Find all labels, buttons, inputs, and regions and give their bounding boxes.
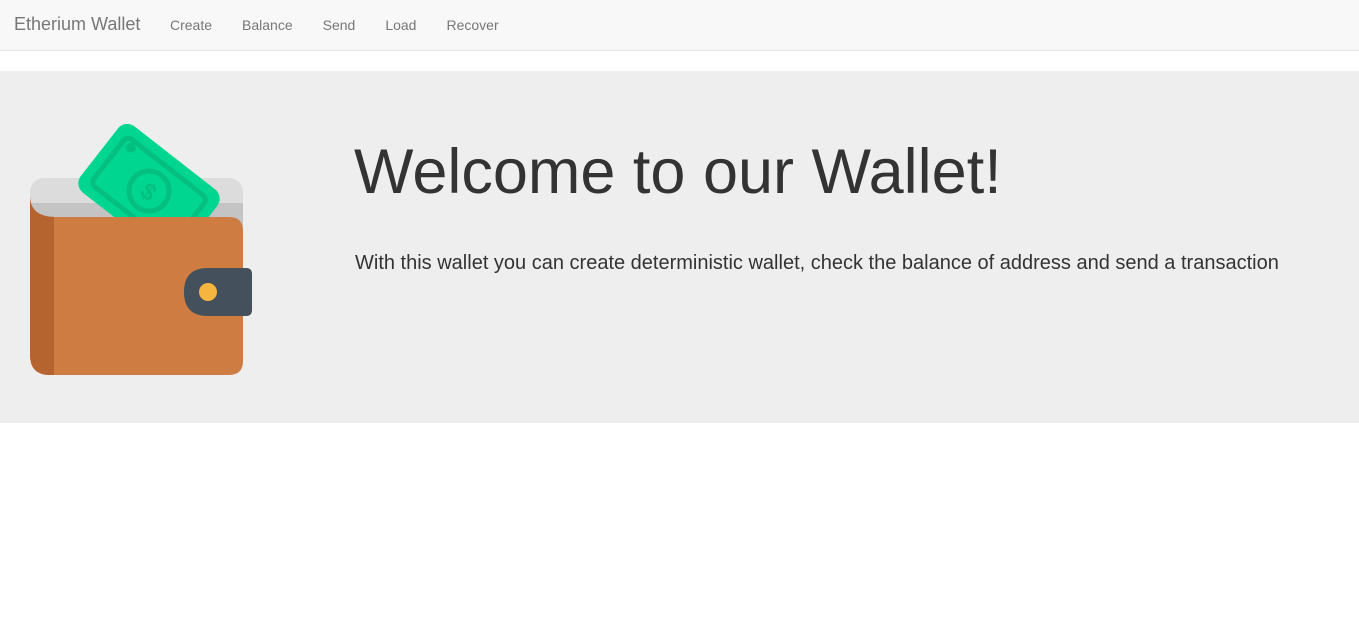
nav-link-create[interactable]: Create: [170, 17, 212, 33]
nav-link-balance[interactable]: Balance: [242, 17, 293, 33]
top-navbar: Etherium Wallet Create Balance Send Load…: [0, 0, 1359, 51]
wallet-with-cash-icon: $: [30, 123, 252, 375]
welcome-lead-text: With this wallet you can create determin…: [355, 252, 1279, 274]
nav-link-recover[interactable]: Recover: [446, 17, 498, 33]
nav-link-send[interactable]: Send: [323, 17, 356, 33]
nav-links: Create Balance Send Load Recover: [170, 17, 529, 33]
welcome-headline: Welcome to our Wallet!: [354, 137, 1002, 207]
brand-link[interactable]: Etherium Wallet: [14, 14, 140, 35]
welcome-jumbotron: $ Welcome to our Wallet! With this walle…: [0, 71, 1359, 423]
nav-link-load[interactable]: Load: [385, 17, 416, 33]
